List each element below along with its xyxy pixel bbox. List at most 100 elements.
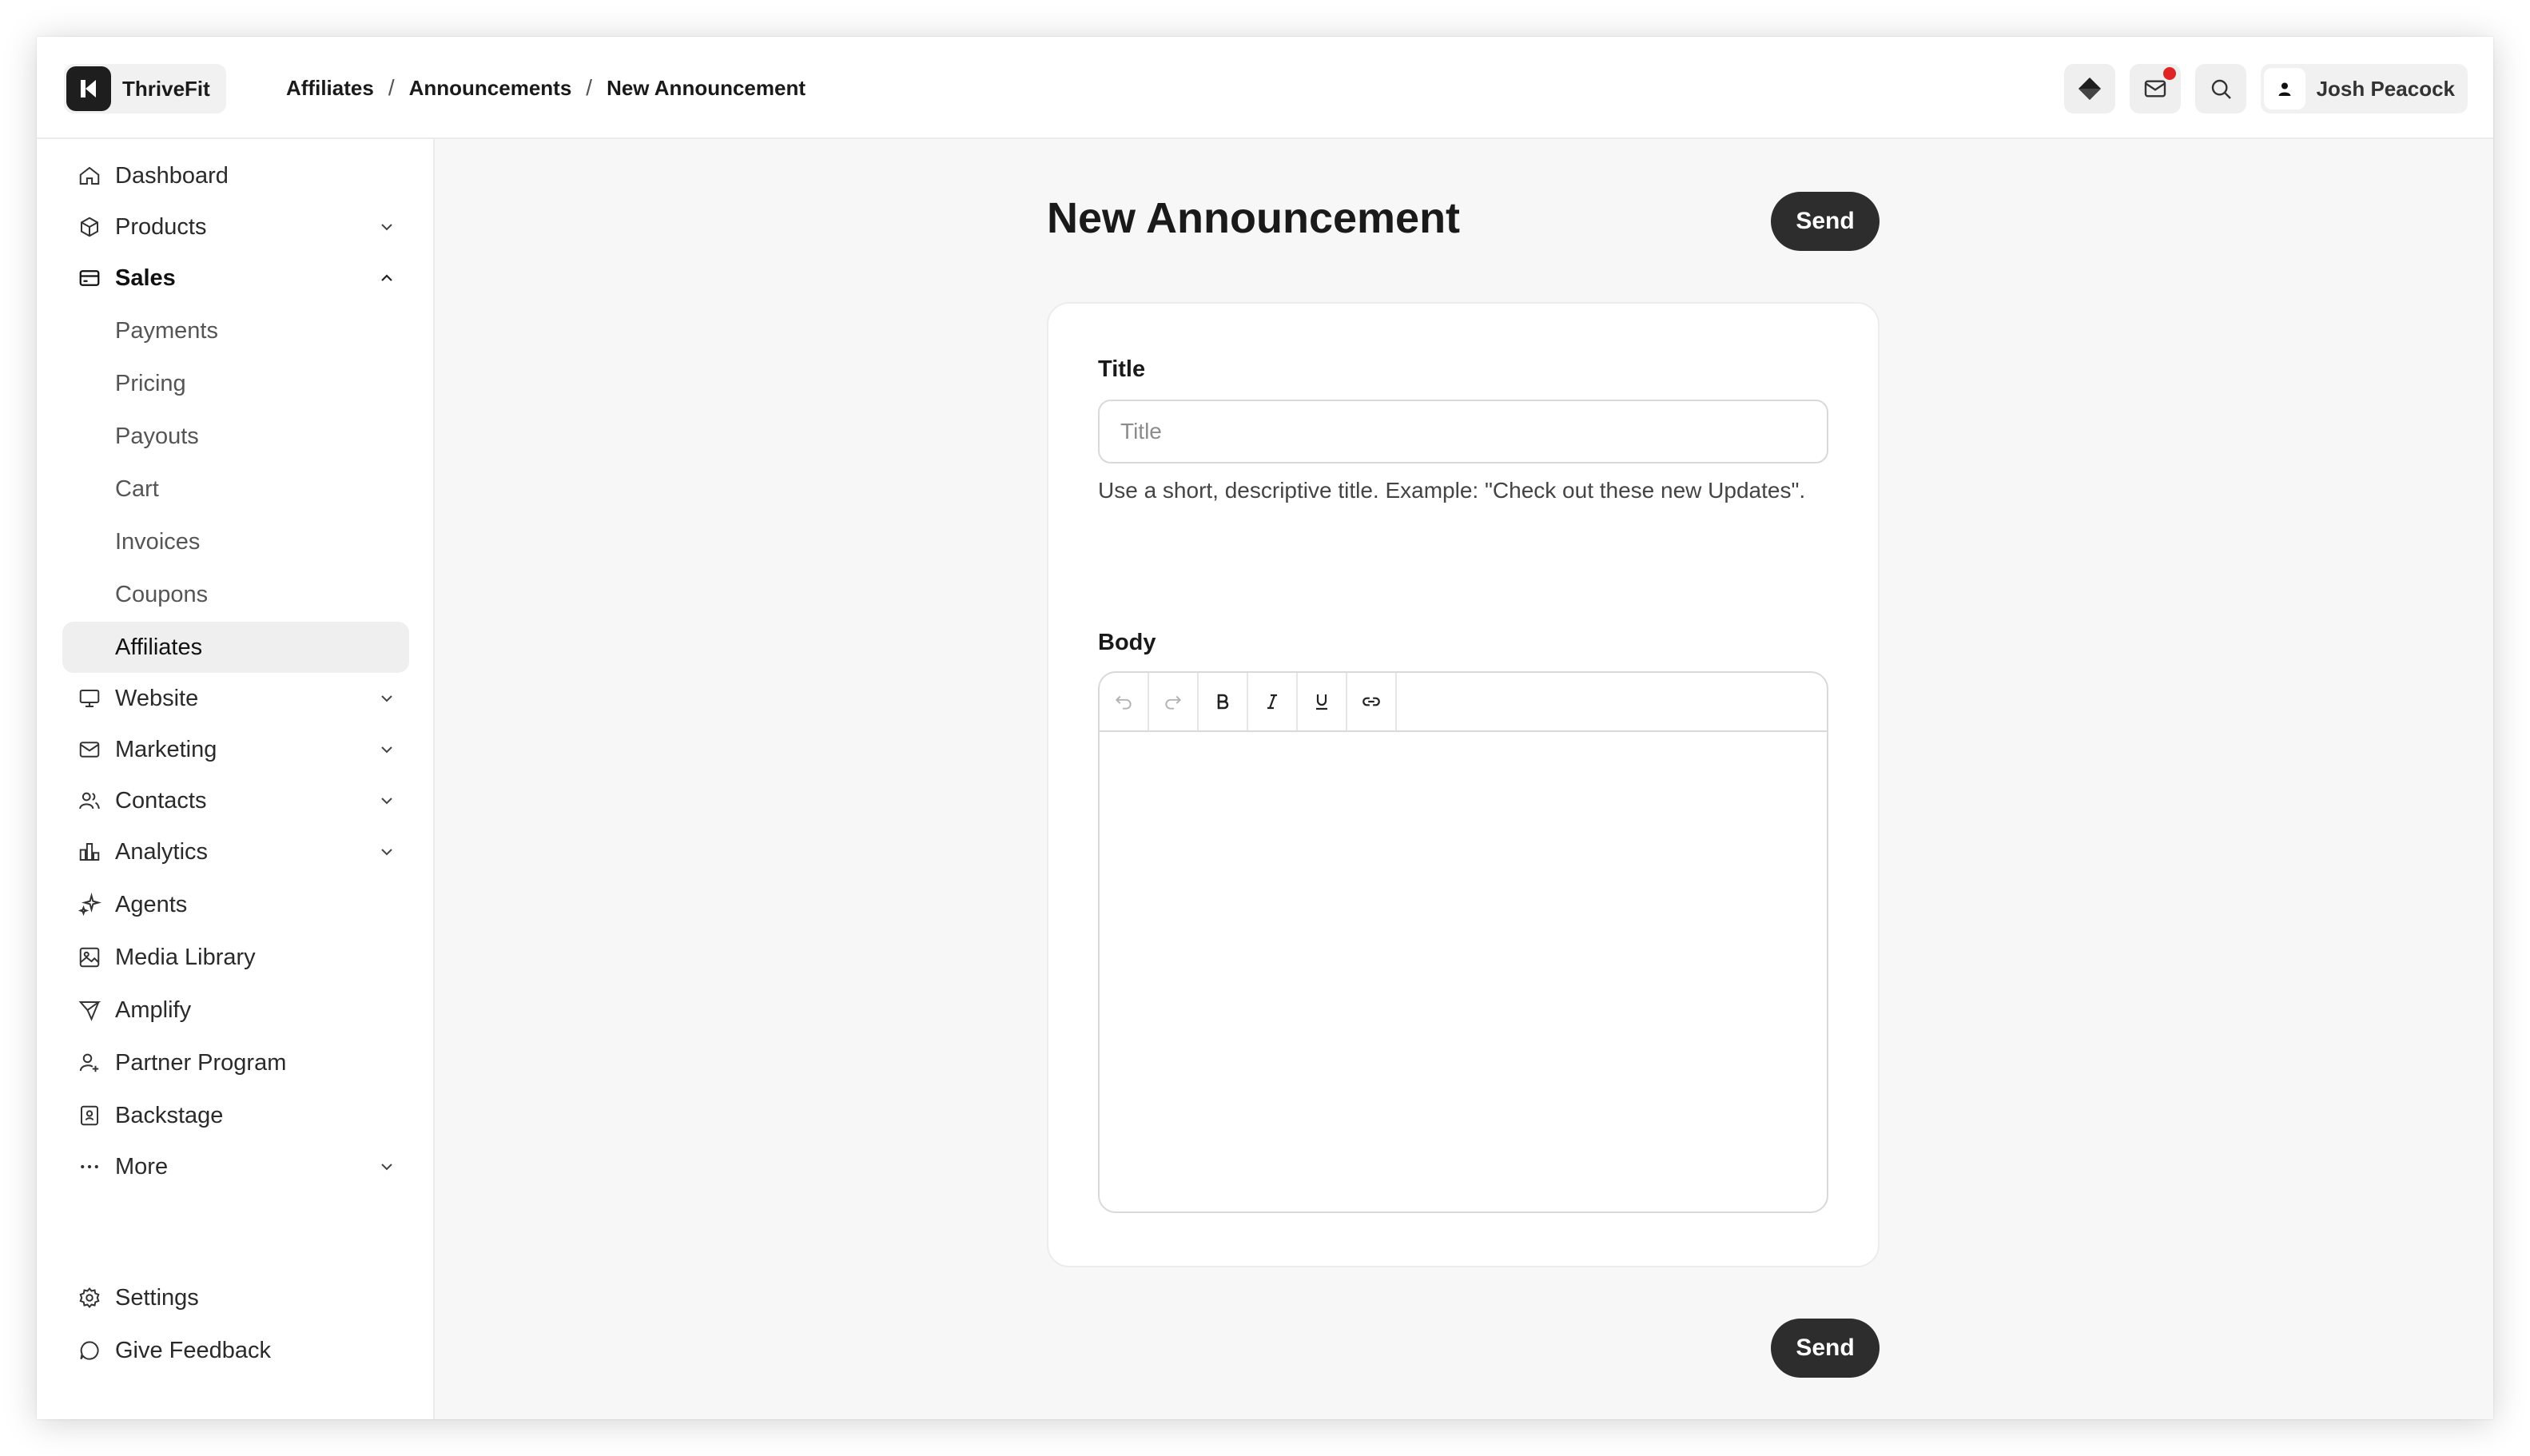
italic-icon	[1267, 694, 1277, 710]
breadcrumb-separator: /	[388, 75, 395, 100]
mail-icon	[2144, 80, 2166, 97]
sidebar-item-partner-program[interactable]: Partner Program	[62, 1037, 409, 1088]
user-menu[interactable]: Josh Peacock	[2260, 64, 2468, 113]
sidebar-subitem-coupons[interactable]: Coupons	[62, 569, 409, 620]
sidebar-item-label: Amplify	[115, 997, 192, 1023]
editor-toolbar	[1100, 673, 1827, 732]
rich-text-editor	[1098, 671, 1828, 1213]
chevron-down-icon	[374, 686, 400, 711]
sidebar-item-give-feedback[interactable]: Give Feedback	[62, 1325, 409, 1376]
italic-button[interactable]	[1248, 673, 1298, 730]
sidebar-subitem-pricing[interactable]: Pricing	[62, 358, 409, 409]
undo-button[interactable]	[1100, 673, 1149, 730]
sidebar-item-settings[interactable]: Settings	[62, 1272, 409, 1323]
sidebar-subitem-payments[interactable]: Payments	[62, 305, 409, 356]
title-label: Title	[1098, 356, 1146, 382]
chevron-down-icon	[374, 737, 400, 762]
redo-button[interactable]	[1149, 673, 1199, 730]
notification-dot	[2162, 67, 2176, 80]
sidebar-item-products[interactable]: Products	[62, 201, 409, 253]
diamond-icon	[2078, 78, 2101, 100]
sidebar: Dashboard Products Sales Payments Pricin…	[37, 139, 435, 1419]
chevron-up-icon	[374, 265, 400, 291]
sidebar-item-label: Backstage	[115, 1102, 224, 1128]
chevron-down-icon	[374, 1154, 400, 1180]
brand-switcher[interactable]: ThriveFit	[64, 64, 226, 113]
sidebar-item-label: Media Library	[115, 944, 256, 970]
chevron-down-icon	[374, 788, 400, 814]
sidebar-item-analytics[interactable]: Analytics	[62, 826, 409, 877]
breadcrumb-current: New Announcement	[607, 75, 806, 100]
sidebar-subitem-invoices[interactable]: Invoices	[62, 516, 409, 567]
sidebar-item-label: Analytics	[115, 838, 209, 865]
users-icon	[77, 788, 102, 814]
breadcrumb-announcements[interactable]: Announcements	[409, 76, 572, 101]
sidebar-item-marketing[interactable]: Marketing	[62, 724, 409, 775]
redo-icon	[1165, 695, 1182, 710]
inbox-button[interactable]	[2129, 64, 2181, 113]
sidebar-item-agents[interactable]: Agents	[62, 879, 409, 930]
body-label: Body	[1098, 630, 1156, 655]
sidebar-item-label: Partner Program	[115, 1049, 287, 1076]
search-button[interactable]	[2194, 64, 2246, 113]
sidebar-item-website[interactable]: Website	[62, 673, 409, 724]
badge-icon	[77, 1103, 102, 1128]
bar-chart-icon	[77, 839, 102, 865]
brand-logo-icon	[66, 66, 111, 111]
sidebar-item-label: Settings	[115, 1284, 199, 1311]
chevron-down-icon	[374, 839, 400, 865]
sidebar-item-label: Sales	[115, 265, 176, 291]
main-content: New Announcement Send Title Use a short,…	[436, 139, 2493, 1419]
monitor-icon	[77, 686, 102, 711]
breadcrumb-affiliates[interactable]: Affiliates	[286, 76, 374, 101]
breadcrumb-separator: /	[586, 75, 593, 100]
sidebar-item-label: Contacts	[115, 787, 207, 814]
underline-button[interactable]	[1298, 673, 1347, 730]
undo-icon	[1115, 695, 1132, 710]
box-icon	[77, 214, 102, 240]
send-button-bottom[interactable]: Send	[1771, 1319, 1880, 1378]
credit-card-icon	[77, 265, 102, 291]
brand-name: ThriveFit	[122, 76, 210, 101]
sidebar-item-label: Website	[115, 685, 199, 711]
sidebar-item-label: Dashboard	[115, 162, 229, 189]
more-icon	[77, 1154, 102, 1180]
app-window: ThriveFit Affiliates / Announcements / N…	[37, 37, 2493, 1419]
sidebar-item-amplify[interactable]: Amplify	[62, 985, 409, 1036]
mail-icon	[77, 737, 102, 762]
sidebar-subitem-payouts[interactable]: Payouts	[62, 411, 409, 462]
sidebar-item-backstage[interactable]: Backstage	[62, 1090, 409, 1141]
editor-body[interactable]	[1100, 732, 1827, 1211]
breadcrumb: Affiliates / Announcements / New Announc…	[286, 37, 806, 139]
chat-icon	[77, 1338, 102, 1363]
sparkles-icon	[77, 892, 102, 917]
underline-icon	[1316, 694, 1327, 710]
sidebar-subitem-affiliates[interactable]: Affiliates	[62, 622, 409, 673]
title-input[interactable]	[1098, 400, 1828, 463]
user-plus-icon	[77, 1050, 102, 1076]
home-icon	[77, 163, 102, 189]
search-icon	[2211, 79, 2231, 99]
title-help-text: Use a short, descriptive title. Example:…	[1098, 478, 1806, 503]
send-icon	[77, 997, 102, 1023]
gear-icon	[77, 1285, 102, 1311]
sidebar-item-label: Products	[115, 213, 207, 240]
sidebar-item-dashboard[interactable]: Dashboard	[62, 150, 409, 201]
top-bar: ThriveFit Affiliates / Announcements / N…	[37, 37, 2493, 139]
diamond-button[interactable]	[2063, 64, 2115, 113]
sidebar-item-media-library[interactable]: Media Library	[62, 932, 409, 983]
bold-icon	[1217, 694, 1229, 710]
bold-button[interactable]	[1199, 673, 1248, 730]
sidebar-item-contacts[interactable]: Contacts	[62, 775, 409, 826]
link-icon	[1362, 697, 1380, 706]
send-button-top[interactable]: Send	[1771, 192, 1880, 251]
user-icon	[2278, 82, 2291, 96]
announcement-form-card: Title Use a short, descriptive title. Ex…	[1047, 302, 1880, 1267]
user-name: Josh Peacock	[2316, 76, 2455, 101]
sidebar-subitem-cart[interactable]: Cart	[62, 463, 409, 515]
image-icon	[77, 945, 102, 970]
link-button[interactable]	[1347, 673, 1397, 730]
sidebar-item-more[interactable]: More	[62, 1141, 409, 1192]
avatar	[2263, 68, 2305, 109]
sidebar-item-sales[interactable]: Sales	[62, 253, 409, 304]
